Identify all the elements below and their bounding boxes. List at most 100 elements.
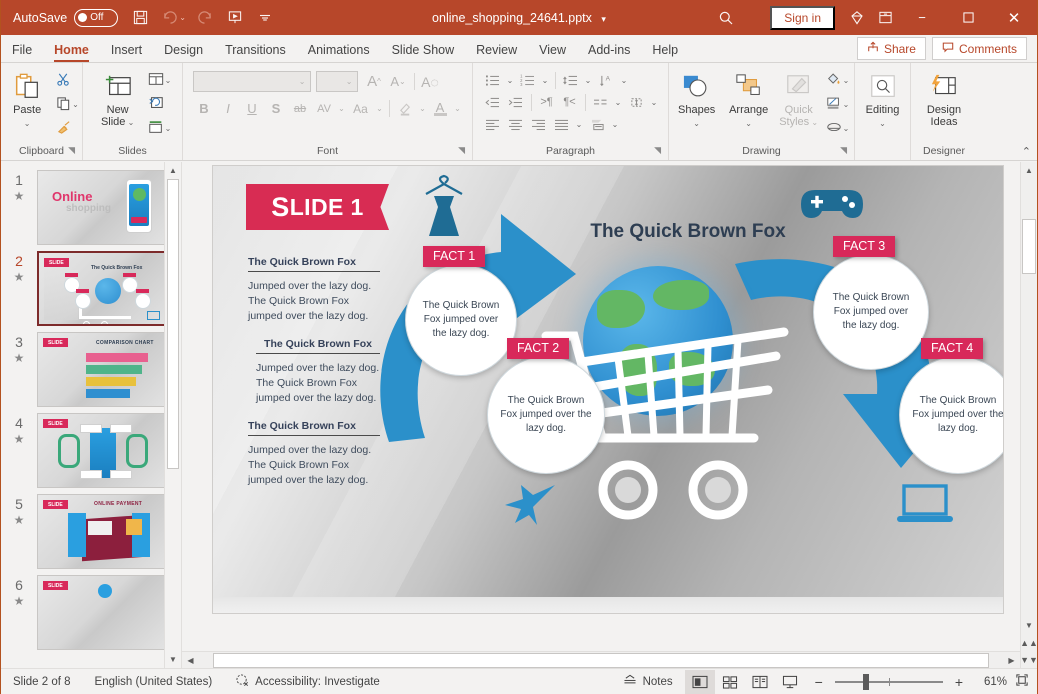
decrease-indent-button[interactable] [482, 91, 504, 113]
language-indicator[interactable]: English (United States) [83, 669, 225, 694]
format-painter-button[interactable] [53, 117, 82, 140]
layout-dropdown-icon[interactable]: ⌄ [165, 76, 172, 85]
thumbnail-scroll-track[interactable] [165, 179, 181, 651]
font-color-dropdown-icon[interactable]: ⌄ [453, 97, 463, 120]
notes-button[interactable]: Notes [611, 669, 685, 694]
thumbnail-scroll-up-icon[interactable]: ▲ [165, 162, 181, 179]
highlight-dropdown-icon[interactable]: ⌄ [418, 97, 428, 120]
thumbnail-scrollbar[interactable]: ▲ ▼ [164, 162, 181, 668]
thumbnail-image[interactable]: SLIDE The Quick Brown Fox [37, 251, 169, 326]
collapse-ribbon-icon[interactable]: ⌃ [1022, 145, 1031, 158]
increase-font-size-button[interactable]: A ^ [363, 70, 386, 93]
title-dropdown-icon[interactable]: ▾ [601, 14, 606, 24]
drawing-dialog-launcher[interactable]: ◥ [840, 142, 847, 159]
character-spacing-dropdown-icon[interactable]: ⌄ [337, 97, 347, 120]
bullets-button[interactable] [482, 69, 504, 91]
zoom-out-button[interactable]: − [811, 674, 827, 690]
zoom-handle[interactable] [862, 673, 869, 690]
reading-view-button[interactable] [745, 670, 775, 694]
underline-button[interactable]: U [241, 97, 264, 120]
font-dialog-launcher[interactable]: ◥ [458, 142, 465, 159]
thumbnail-image[interactable]: SLIDE ONLINE PAYMENT [37, 494, 169, 569]
right-to-left-button[interactable]: >¶ [536, 91, 558, 113]
decrease-font-size-button[interactable]: A ⌄ [387, 70, 410, 93]
slide-show-view-button[interactable] [775, 670, 805, 694]
redo-icon[interactable] [191, 5, 219, 31]
autosave-control[interactable]: AutoSave Off [13, 8, 119, 27]
left-to-right-button[interactable]: ¶< [559, 91, 581, 113]
thumbnail-slide-4[interactable]: 4 ★ SLIDE [1, 407, 181, 488]
scroll-left-icon[interactable]: ◀ [182, 652, 199, 669]
change-case-dropdown-icon[interactable]: ⌄ [375, 97, 385, 120]
editing-dropdown-icon[interactable]: ⌄ [879, 117, 886, 130]
tab-add-ins[interactable]: Add-ins [577, 39, 641, 62]
slide-horizontal-scrollbar[interactable]: ◀ ▶ [182, 651, 1020, 668]
align-left-button[interactable] [482, 113, 504, 135]
slide-canvas[interactable]: S LIDE 1 The Quick Brown Fox Jumped over … [213, 166, 1003, 613]
font-size-input[interactable]: ⌄ [315, 71, 358, 92]
columns-dropdown-icon[interactable]: ⌄ [613, 91, 624, 113]
customize-quick-access-icon[interactable] [251, 5, 279, 31]
fit-slide-to-window-icon[interactable] [1007, 673, 1037, 690]
document-title[interactable]: online_shopping_24641.pptx [432, 11, 592, 25]
thumbnail-slide-1[interactable]: 1 ★ Online shopping [1, 164, 181, 245]
text-direction-dropdown-icon[interactable]: ⌄ [619, 69, 630, 91]
thumbnail-image[interactable]: SLIDE [37, 413, 169, 488]
zoom-in-button[interactable]: + [951, 674, 967, 690]
tab-transitions[interactable]: Transitions [214, 39, 297, 62]
reset-button[interactable] [145, 93, 175, 116]
thumbnail-scroll-thumb[interactable] [167, 179, 179, 469]
align-text-button[interactable] [626, 91, 648, 113]
search-icon[interactable] [712, 5, 740, 31]
align-right-button[interactable] [528, 113, 550, 135]
next-slide-icon[interactable]: ▼▼ [1020, 651, 1038, 668]
text-highlight-color-button[interactable] [394, 97, 417, 120]
section-button[interactable]: ⌄ [145, 117, 175, 140]
columns-button[interactable] [590, 91, 612, 113]
smartart-dropdown-icon[interactable]: ⌄ [610, 113, 621, 135]
tab-slide-show[interactable]: Slide Show [381, 39, 466, 62]
font-name-input[interactable]: ⌄ [192, 71, 311, 92]
strikethrough-button[interactable]: ab [289, 97, 312, 120]
slide-counter[interactable]: Slide 2 of 8 [1, 669, 83, 694]
character-spacing-button[interactable]: AV [313, 97, 336, 120]
slide-vertical-scrollbar[interactable]: ▲ ▼ ▲▲ ▼▼ [1020, 162, 1038, 668]
arrange-dropdown-icon[interactable]: ⌄ [745, 117, 752, 130]
close-button[interactable]: ✕ [991, 0, 1037, 35]
maximize-button[interactable] [945, 0, 991, 35]
tab-animations[interactable]: Animations [297, 39, 381, 62]
start-presentation-icon[interactable] [221, 5, 249, 31]
premium-diamond-icon[interactable] [843, 5, 871, 31]
tab-insert[interactable]: Insert [100, 39, 153, 62]
minimize-button[interactable]: − [899, 0, 945, 35]
layout-button[interactable]: ⌄ [145, 69, 175, 92]
editing-button[interactable]: Editing ⌄ [857, 66, 909, 130]
justify-button[interactable] [551, 113, 573, 135]
align-center-button[interactable] [505, 113, 527, 135]
ribbon-display-options-icon[interactable] [871, 5, 899, 31]
slide-sorter-view-button[interactable] [715, 670, 745, 694]
save-icon[interactable] [126, 5, 154, 31]
shapes-button[interactable]: Shapes ⌄ [671, 66, 723, 130]
scroll-up-icon[interactable]: ▲ [1021, 162, 1037, 179]
zoom-slider[interactable]: − + [805, 673, 973, 690]
shape-outline-button[interactable]: ⌄ [823, 93, 853, 116]
tab-file[interactable]: File [1, 39, 43, 62]
bold-button[interactable]: B [193, 97, 216, 120]
share-button[interactable]: Share [856, 37, 926, 60]
scroll-right-icon[interactable]: ▶ [1003, 652, 1020, 669]
arrange-button[interactable]: Arrange ⌄ [723, 66, 775, 130]
shape-effects-dropdown-icon[interactable]: ⌄ [843, 124, 850, 133]
shape-fill-dropdown-icon[interactable]: ⌄ [843, 76, 850, 85]
slide-thumbnail-pane[interactable]: 1 ★ Online shopping 2 ★ SLIDE The Quick … [1, 162, 181, 668]
paste-button[interactable]: Paste ⌄ [1, 66, 53, 130]
bullets-dropdown-icon[interactable]: ⌄ [505, 69, 516, 91]
tab-view[interactable]: View [528, 39, 577, 62]
hscroll-thumb[interactable] [213, 652, 989, 668]
shape-effects-button[interactable]: ⌄ [823, 117, 853, 140]
normal-view-button[interactable] [684, 669, 715, 694]
numbering-button[interactable]: 123 [517, 69, 539, 91]
line-spacing-dropdown-icon[interactable]: ⌄ [583, 69, 594, 91]
shape-fill-button[interactable]: ⌄ [823, 69, 853, 92]
design-ideas-button[interactable]: Design Ideas [915, 66, 973, 128]
